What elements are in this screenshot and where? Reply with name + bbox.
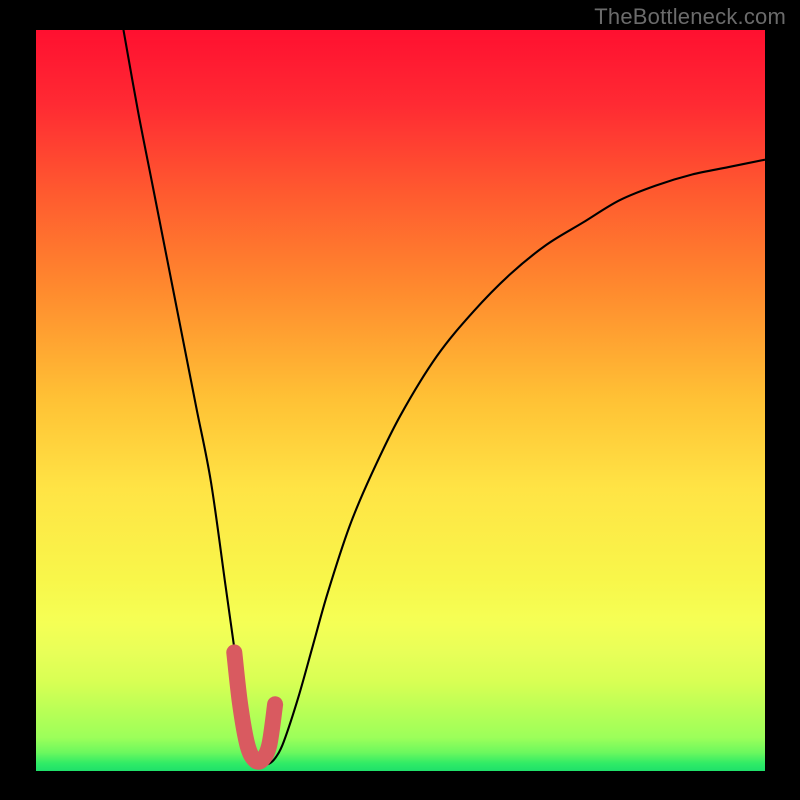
chart-stage: TheBottleneck.com — [0, 0, 800, 800]
watermark-text: TheBottleneck.com — [594, 4, 786, 30]
plot-svg — [0, 0, 800, 800]
gradient-background — [36, 30, 765, 771]
